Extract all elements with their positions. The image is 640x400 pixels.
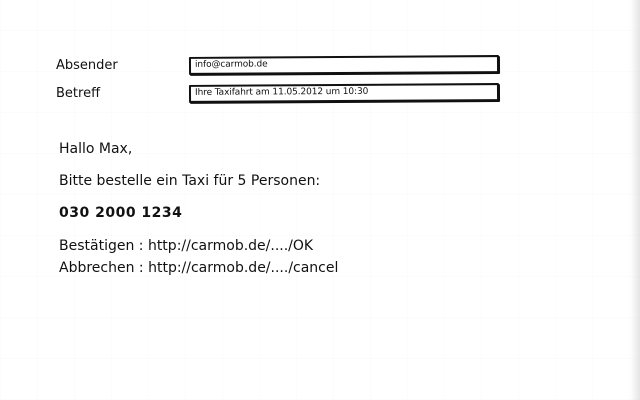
sender-field[interactable]: info@carmob.de [188, 55, 500, 75]
sender-label: Absender [56, 58, 118, 73]
phone-number: 030 2000 1234 [59, 205, 183, 221]
email-mockup-page: Absender info@carmob.de Betreff Ihre Tax… [0, 0, 640, 400]
subject-row: Betreff Ihre Taxifahrt am 11.05.2012 um … [56, 83, 506, 106]
page-edge-shadow [630, 0, 640, 400]
request-text: Bitte bestelle ein Taxi für 5 Personen: [59, 173, 321, 189]
subject-label: Betreff [56, 86, 101, 101]
confirm-link[interactable]: Bestätigen : http://carmob.de/..../OK [59, 237, 313, 255]
subject-field[interactable]: Ihre Taxifahrt am 11.05.2012 um 10:30 [188, 83, 500, 103]
subject-value: Ihre Taxifahrt am 11.05.2012 um 10:30 [194, 86, 369, 98]
greeting-text: Hallo Max, [59, 141, 133, 157]
sender-row: Absender info@carmob.de [56, 55, 506, 78]
cancel-link[interactable]: Abbrechen : http://carmob.de/..../cancel [59, 259, 338, 277]
sender-value: info@carmob.de [194, 59, 268, 70]
